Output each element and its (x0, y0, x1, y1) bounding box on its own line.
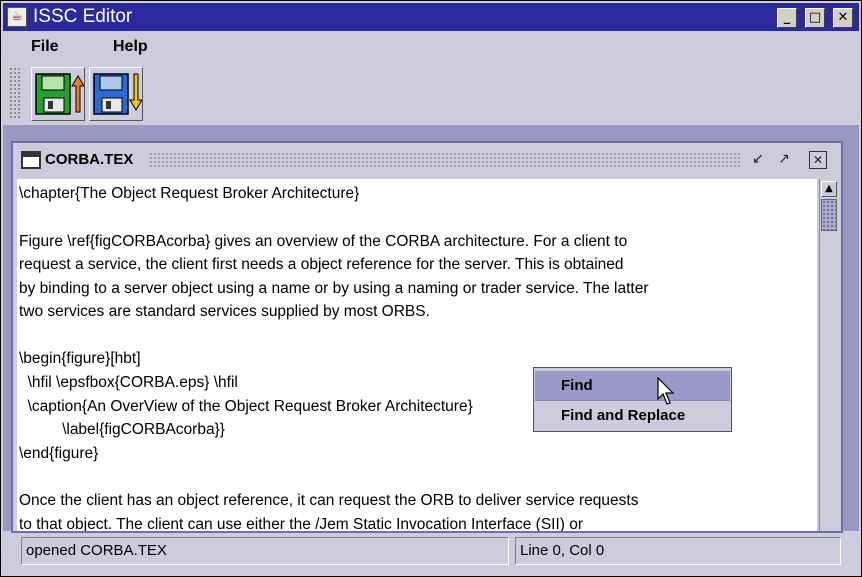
document-icon (21, 151, 41, 169)
editor-line: by binding to a server object using a na… (19, 280, 649, 297)
editor-line: request a service, the client first need… (19, 256, 624, 273)
title-stipple (149, 152, 741, 168)
editor-line: Figure \ref{figCORBAcorba} gives an over… (19, 233, 628, 250)
editor-line: \begin{figure}[hbt] (19, 350, 141, 367)
editor-line: \hfil \epsfbox{CORBA.eps} \hfil (19, 374, 238, 391)
editor-line: \chapter{The Object Request Broker Archi… (19, 185, 360, 202)
scroll-thumb[interactable] (821, 199, 837, 231)
floppy-download-icon (93, 73, 143, 115)
menu-bar: File Help (3, 32, 859, 62)
document-frame: CORBA.TEX ↙ ↗ ✕ \chapter{The Object Requ… (11, 141, 843, 533)
frame-maximize-button[interactable]: ↗ (773, 149, 795, 169)
floppy-upload-icon (35, 73, 85, 115)
menu-item-find[interactable]: Find (535, 371, 730, 400)
document-title: CORBA.TEX (45, 151, 138, 168)
editor-line: to that object. The client can use eithe… (19, 516, 584, 531)
title-bar[interactable]: ☕ ISSC Editor _ □ ✕ (3, 3, 859, 31)
frame-close-button[interactable]: ✕ (809, 151, 827, 169)
context-menu: Find Find and Replace (533, 367, 732, 432)
java-cup-icon: ☕ (7, 7, 27, 27)
minimize-button[interactable]: _ (777, 8, 797, 28)
vertical-scrollbar[interactable]: ▲ (819, 179, 839, 531)
toolbar-grip[interactable] (9, 67, 21, 119)
editor-line: \caption{An OverView of the Object Reque… (19, 398, 473, 415)
maximize-button[interactable]: □ (805, 8, 825, 28)
editor-line: two services are standard services suppl… (19, 303, 430, 320)
document-title-bar[interactable]: CORBA.TEX ↙ ↗ ✕ (13, 143, 841, 177)
toolbar-button-green-floppy[interactable] (31, 67, 85, 121)
editor-line: \end{figure} (19, 445, 99, 462)
app-window: ☕ ISSC Editor _ □ ✕ File Help CORBA.TEX … (0, 0, 862, 577)
menu-item-find-and-replace[interactable]: Find and Replace (535, 401, 730, 430)
iconify-button[interactable]: ↙ (747, 149, 769, 169)
scroll-up-arrow-icon[interactable]: ▲ (821, 181, 837, 197)
mouse-pointer-icon (657, 377, 675, 405)
status-bar: opened CORBA.TEX Line 0, Col 0 (3, 533, 859, 575)
toolbar (3, 63, 859, 123)
cursor-position: Line 0, Col 0 (515, 537, 841, 565)
text-editor[interactable]: \chapter{The Object Request Broker Archi… (17, 179, 817, 531)
window-title: ISSC Editor (33, 6, 133, 27)
status-message: opened CORBA.TEX (21, 537, 509, 565)
editor-line: \label{figCORBAcorba}} (19, 421, 225, 438)
close-button[interactable]: ✕ (833, 8, 853, 28)
menu-help[interactable]: Help (113, 38, 148, 56)
toolbar-button-blue-floppy[interactable] (89, 67, 143, 121)
menu-file[interactable]: File (31, 38, 59, 56)
editor-line: Once the client has an object reference,… (19, 492, 639, 509)
